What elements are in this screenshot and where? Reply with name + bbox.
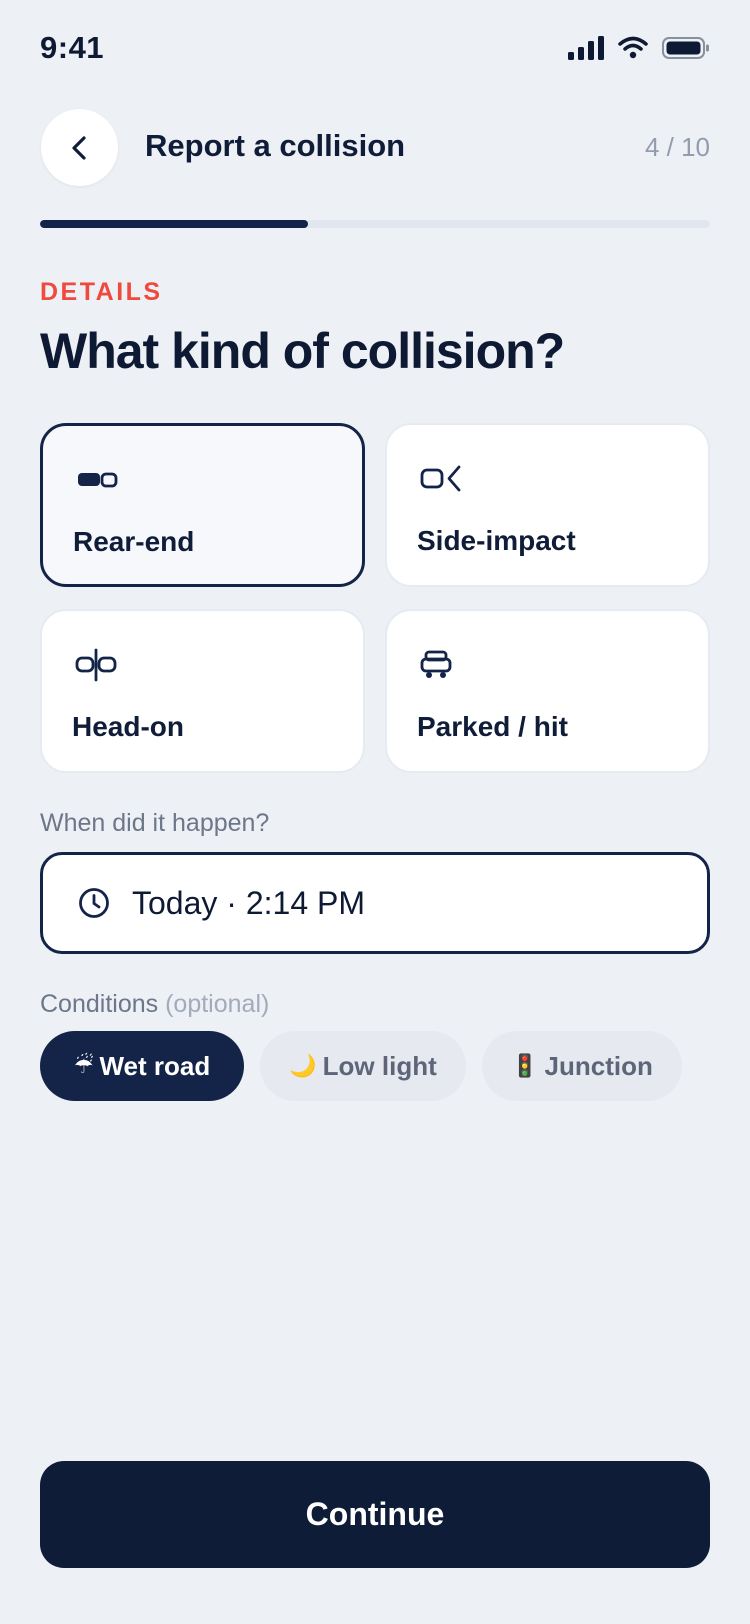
header-title: Report a collision bbox=[145, 128, 406, 163]
chip-wet-road[interactable]: ☔ Wet road bbox=[40, 1031, 244, 1101]
rear-end-icon bbox=[78, 472, 118, 488]
optional-hint: (optional) bbox=[165, 990, 270, 1018]
wifi-icon bbox=[618, 36, 648, 59]
chip-label: Junction bbox=[544, 1050, 653, 1081]
clock-icon bbox=[79, 888, 109, 918]
cellular-signal-icon bbox=[568, 36, 604, 60]
progress-fill bbox=[40, 220, 308, 228]
progress-bar bbox=[40, 220, 710, 228]
option-label: Head-on bbox=[72, 711, 184, 742]
option-head-on[interactable]: Head-on bbox=[40, 609, 365, 773]
option-side-impact[interactable]: Side-impact bbox=[385, 423, 710, 587]
conditions-label: Conditions (optional) bbox=[40, 990, 269, 1019]
page-title: What kind of collision? bbox=[40, 323, 565, 379]
option-parked-hit[interactable]: Parked / hit bbox=[385, 609, 710, 773]
status-icons bbox=[568, 36, 710, 60]
back-button[interactable] bbox=[41, 109, 118, 186]
umbrella-icon: ☔ bbox=[73, 1053, 94, 1078]
datetime-field[interactable]: Today · 2:14 PM bbox=[40, 852, 710, 954]
section-eyebrow: DETAILS bbox=[40, 278, 163, 306]
step-counter: 4 / 10 bbox=[644, 132, 710, 162]
status-bar: 9:41 bbox=[0, 0, 750, 100]
conditions-label-text: Conditions bbox=[40, 990, 159, 1018]
moon-icon: 🌙 bbox=[289, 1053, 317, 1078]
option-rear-end[interactable]: Rear-end bbox=[40, 423, 365, 587]
datetime-value: Today · 2:14 PM bbox=[132, 885, 365, 921]
side-impact-icon bbox=[420, 465, 461, 492]
when-label: When did it happen? bbox=[40, 809, 270, 837]
chip-label: Wet road bbox=[99, 1050, 211, 1081]
traffic-light-icon: 🚦 bbox=[511, 1053, 539, 1078]
option-label: Parked / hit bbox=[417, 711, 568, 742]
chevron-left-icon bbox=[71, 135, 86, 160]
chip-low-light[interactable]: 🌙 Low light bbox=[260, 1031, 466, 1101]
battery-icon bbox=[662, 37, 709, 59]
status-time: 9:41 bbox=[40, 30, 105, 65]
head-on-icon bbox=[75, 648, 117, 682]
parked-car-icon bbox=[420, 650, 452, 678]
option-label: Side-impact bbox=[417, 525, 576, 556]
chip-label: Low light bbox=[322, 1050, 437, 1081]
chip-junction[interactable]: 🚦 Junction bbox=[482, 1031, 682, 1101]
report-collision-screen: 9:41 Report a collision 4 / 10 DETAILS W… bbox=[0, 0, 750, 1624]
continue-button[interactable]: Continue bbox=[40, 1461, 710, 1568]
option-label: Rear-end bbox=[73, 526, 195, 557]
